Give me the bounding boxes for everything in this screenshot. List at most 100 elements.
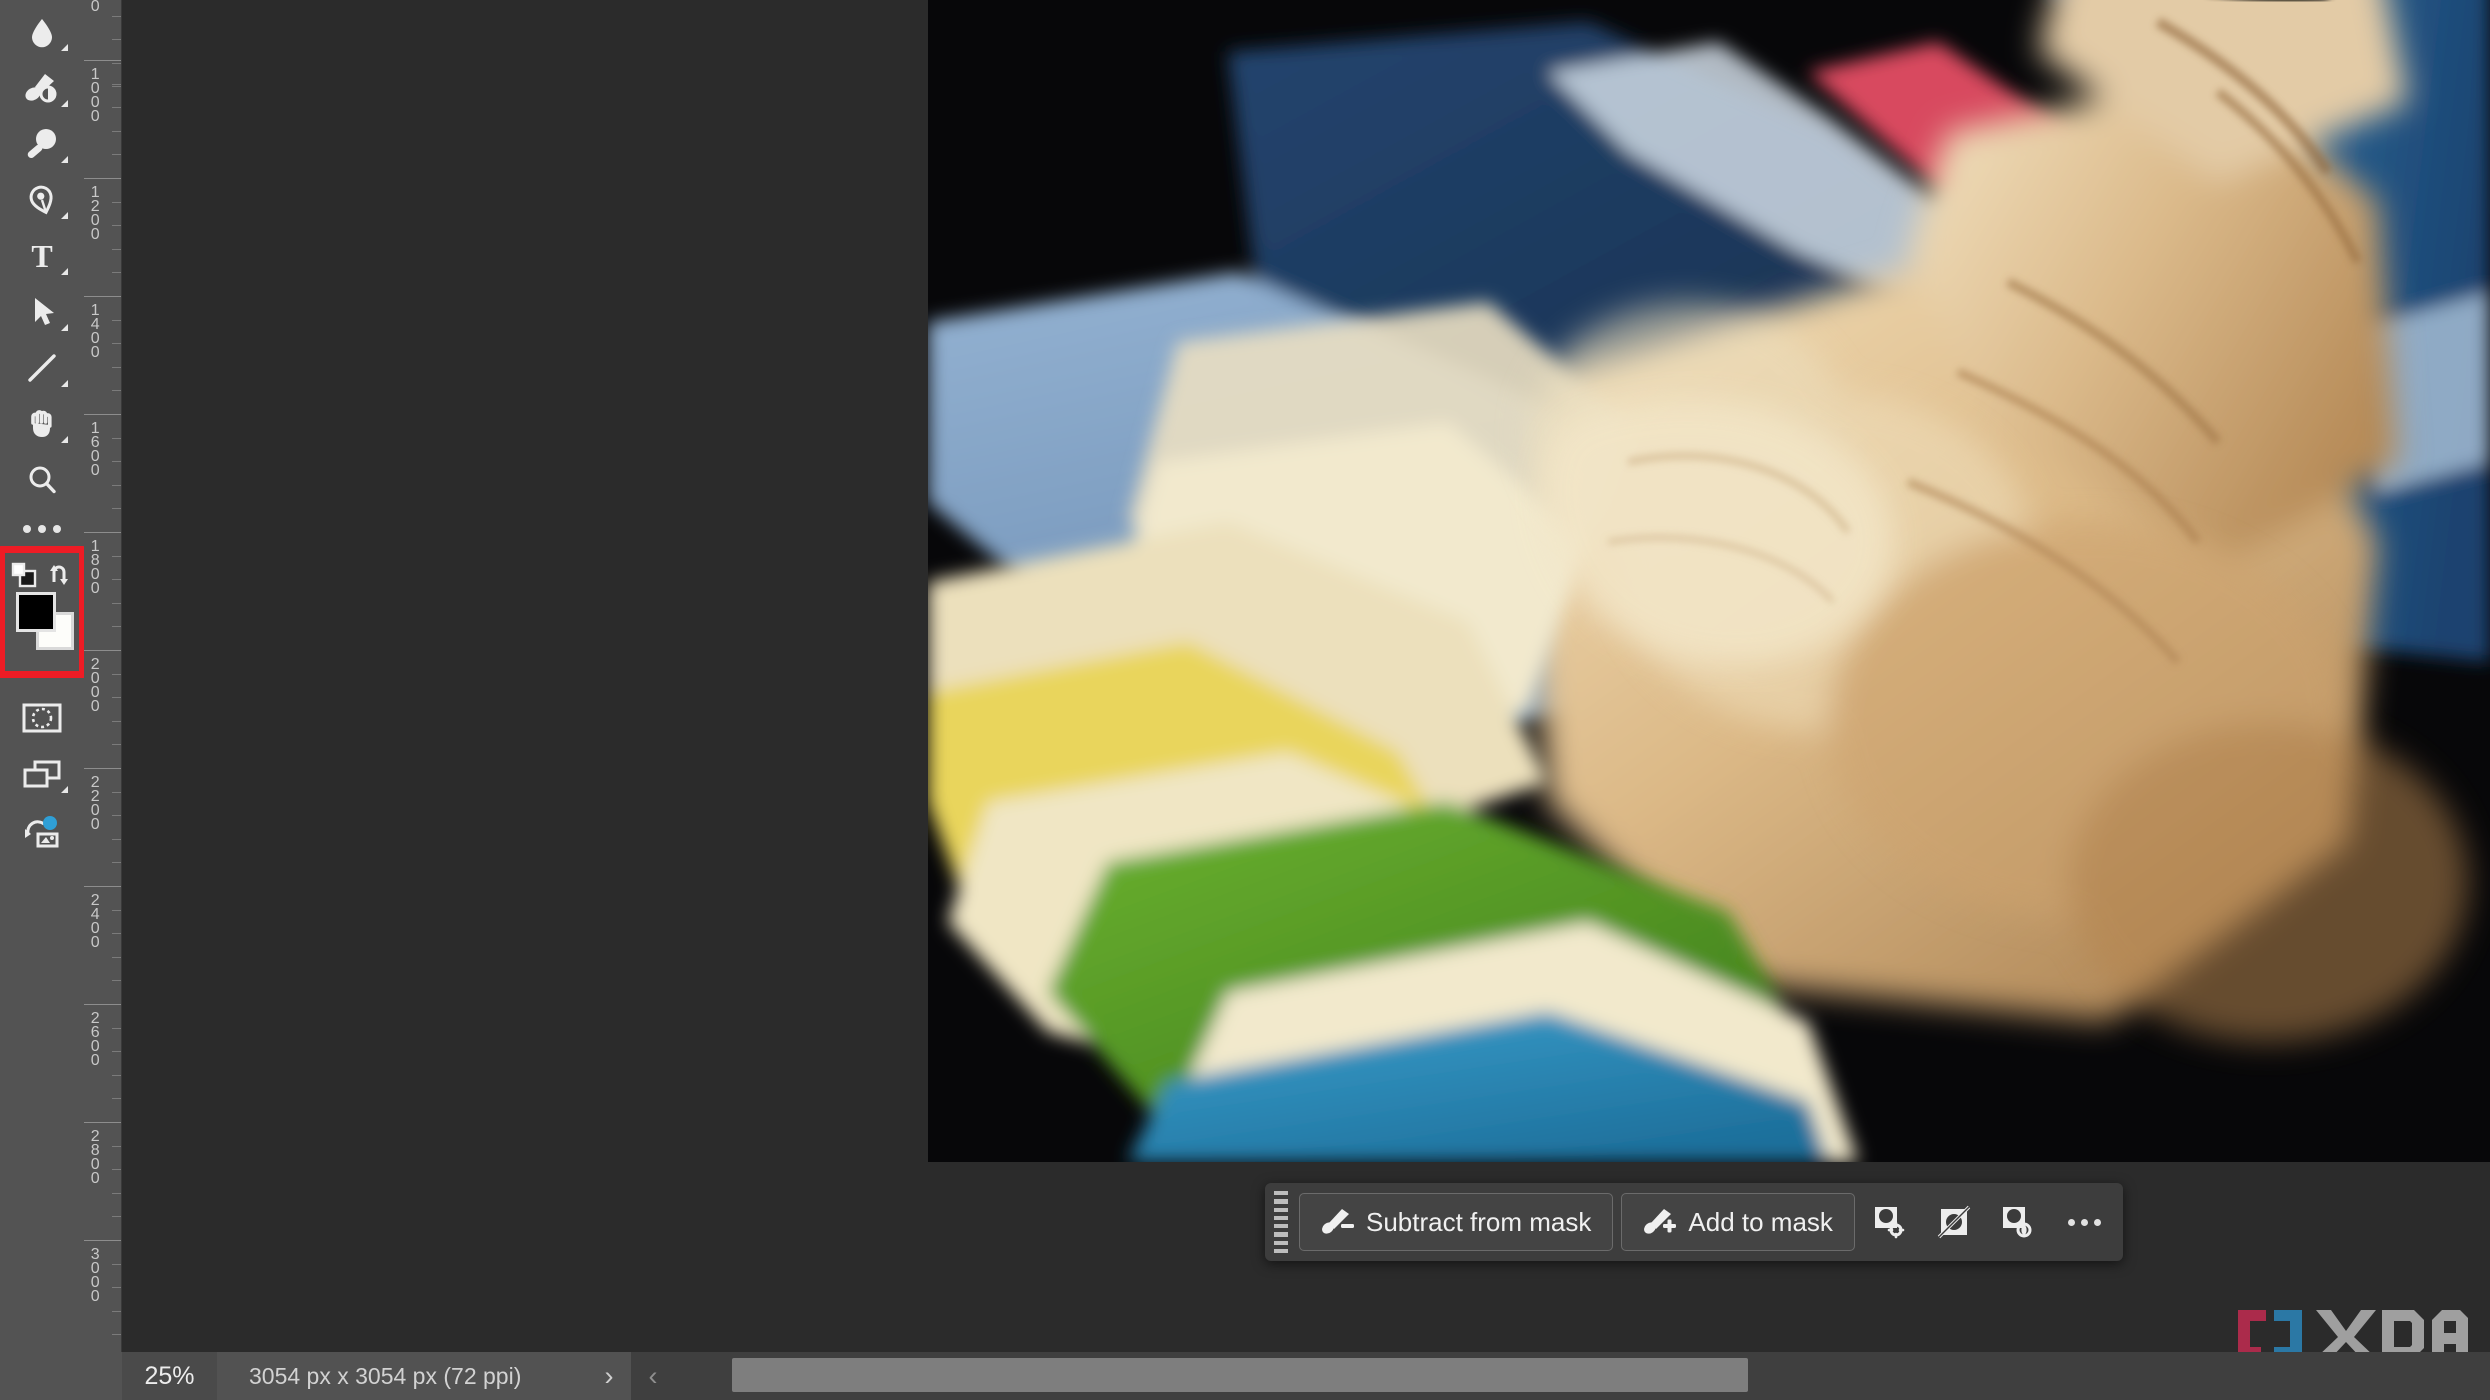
swatch-utility-icons xyxy=(11,560,75,590)
flyout-corner xyxy=(61,156,68,163)
ruler-label: 2600 xyxy=(86,1010,104,1066)
ruler-minor-tick xyxy=(112,201,121,203)
ruler-minor-tick xyxy=(112,673,121,675)
ruler-minor-tick xyxy=(112,1263,121,1265)
ruler-minor-tick xyxy=(112,1098,121,1100)
ruler-minor-tick xyxy=(112,107,121,109)
ruler-major-tick xyxy=(84,178,121,179)
default-colors-icon[interactable] xyxy=(11,562,39,588)
ruler-label: 0 xyxy=(86,0,104,12)
tool-line[interactable] xyxy=(6,340,78,396)
tool-pen[interactable] xyxy=(6,172,78,228)
ruler-minor-tick xyxy=(112,933,121,935)
select-and-mask-floating-toolbar[interactable]: Subtract from mask Add to mask xyxy=(1265,1183,2123,1261)
dodge-burn-icon xyxy=(25,74,57,103)
ruler-minor-tick xyxy=(112,461,121,463)
ruler-minor-tick xyxy=(112,720,121,722)
photoshop-window: T 0 1000 1200 1400 1600 1800 2000 2200 2… xyxy=(0,0,2490,1400)
foreground-background-colors[interactable] xyxy=(0,546,86,678)
ellipsis-icon xyxy=(38,525,46,533)
tool-zoom[interactable] xyxy=(6,452,78,508)
ruler-minor-tick xyxy=(112,154,121,156)
tool-quick-mask[interactable] xyxy=(6,690,78,746)
ellipsis-icon xyxy=(53,525,61,533)
ruler-minor-tick xyxy=(112,225,121,227)
tool-blur[interactable] xyxy=(6,4,78,60)
ruler-minor-tick xyxy=(112,791,121,793)
tool-hand[interactable] xyxy=(6,396,78,452)
ruler-minor-tick xyxy=(112,343,121,345)
ruler-minor-tick xyxy=(112,909,121,911)
disable-mask-button[interactable] xyxy=(1925,1193,1983,1251)
add-to-mask-button[interactable]: Add to mask xyxy=(1621,1193,1855,1251)
ruler-minor-tick xyxy=(112,508,121,510)
quick-mask-icon xyxy=(22,703,62,733)
ruler-minor-tick xyxy=(112,437,121,439)
ruler-minor-tick xyxy=(112,272,121,274)
mask-settings-button[interactable] xyxy=(1861,1193,1919,1251)
flyout-corner xyxy=(61,268,68,275)
add-to-mask-label: Add to mask xyxy=(1688,1206,1833,1237)
brush-plus-icon xyxy=(1644,1209,1677,1234)
ruler-label: 1400 xyxy=(86,302,104,358)
swap-colors-icon[interactable] xyxy=(49,562,75,588)
ruler-minor-tick xyxy=(112,1216,121,1218)
ellipsis-icon xyxy=(23,525,31,533)
ruler-minor-tick xyxy=(112,1192,121,1194)
horizontal-scrollbar-track[interactable] xyxy=(675,1352,2490,1400)
tool-path-selection[interactable] xyxy=(6,284,78,340)
tool-dodge[interactable] xyxy=(6,60,78,116)
screen-mode-icon xyxy=(23,760,61,788)
mask-settings-icon xyxy=(1874,1207,1905,1239)
ruler-major-tick xyxy=(84,532,121,533)
ruler-minor-tick xyxy=(112,744,121,746)
ruler-minor-tick xyxy=(112,1169,121,1171)
tool-share-image[interactable] xyxy=(6,802,78,858)
cat-photograph xyxy=(928,0,2490,1162)
ruler-major-tick xyxy=(84,886,121,887)
ruler-minor-tick xyxy=(112,697,121,699)
more-options-button[interactable] xyxy=(2055,1193,2115,1251)
vertical-ruler[interactable]: 0 1000 1200 1400 1600 1800 2000 2200 2400 2600 280… xyxy=(84,0,122,1352)
collapse-status-chevron[interactable]: ‹ xyxy=(631,1352,675,1400)
mask-visibility-button[interactable] xyxy=(1989,1193,2047,1251)
tool-clone-stamp[interactable] xyxy=(6,116,78,172)
drag-grip-icon[interactable] xyxy=(1271,1191,1291,1253)
status-bar: 25% 3054 px x 3054 px (72 ppi) › ‹ xyxy=(0,1352,2490,1400)
ruler-label: 2000 xyxy=(86,656,104,712)
text-t-icon: T xyxy=(31,239,52,273)
tool-screen-mode[interactable] xyxy=(6,746,78,802)
expand-status-chevron[interactable]: › xyxy=(587,1352,631,1400)
flyout-corner xyxy=(61,436,68,443)
document-info-field[interactable]: 3054 px x 3054 px (72 ppi) xyxy=(217,1352,587,1400)
ruler-minor-tick xyxy=(112,815,121,817)
ruler-minor-tick xyxy=(112,1027,121,1029)
ruler-minor-tick xyxy=(112,248,121,250)
zoom-level-field[interactable]: 25% xyxy=(122,1352,217,1400)
flyout-corner xyxy=(61,44,68,51)
status-bar-left-pad xyxy=(0,1352,122,1400)
color-swatch-pair[interactable] xyxy=(14,590,76,650)
ruler-minor-tick xyxy=(112,956,121,958)
arrow-cursor-icon xyxy=(35,298,54,325)
foreground-color-swatch[interactable] xyxy=(16,592,56,632)
subtract-from-mask-button[interactable]: Subtract from mask xyxy=(1299,1193,1614,1251)
flyout-corner xyxy=(61,212,68,219)
ruler-minor-tick xyxy=(112,366,121,368)
tool-type[interactable]: T xyxy=(6,228,78,284)
line-icon xyxy=(28,354,56,382)
ruler-minor-tick xyxy=(112,15,121,17)
ruler-label: 1200 xyxy=(86,184,104,240)
edit-toolbar-button[interactable] xyxy=(6,508,78,550)
horizontal-scrollbar-thumb[interactable] xyxy=(732,1358,1748,1392)
ruler-minor-tick xyxy=(112,319,121,321)
ruler-major-tick xyxy=(84,1122,121,1123)
canvas-area[interactable] xyxy=(122,0,2490,1352)
ruler-minor-tick xyxy=(112,86,121,88)
ruler-major-tick xyxy=(84,1240,121,1241)
droplet-icon xyxy=(32,19,52,48)
artboard[interactable] xyxy=(928,0,2490,1162)
pen-icon xyxy=(29,185,53,215)
ruler-minor-tick xyxy=(112,130,121,132)
ruler-minor-tick xyxy=(112,1334,121,1336)
